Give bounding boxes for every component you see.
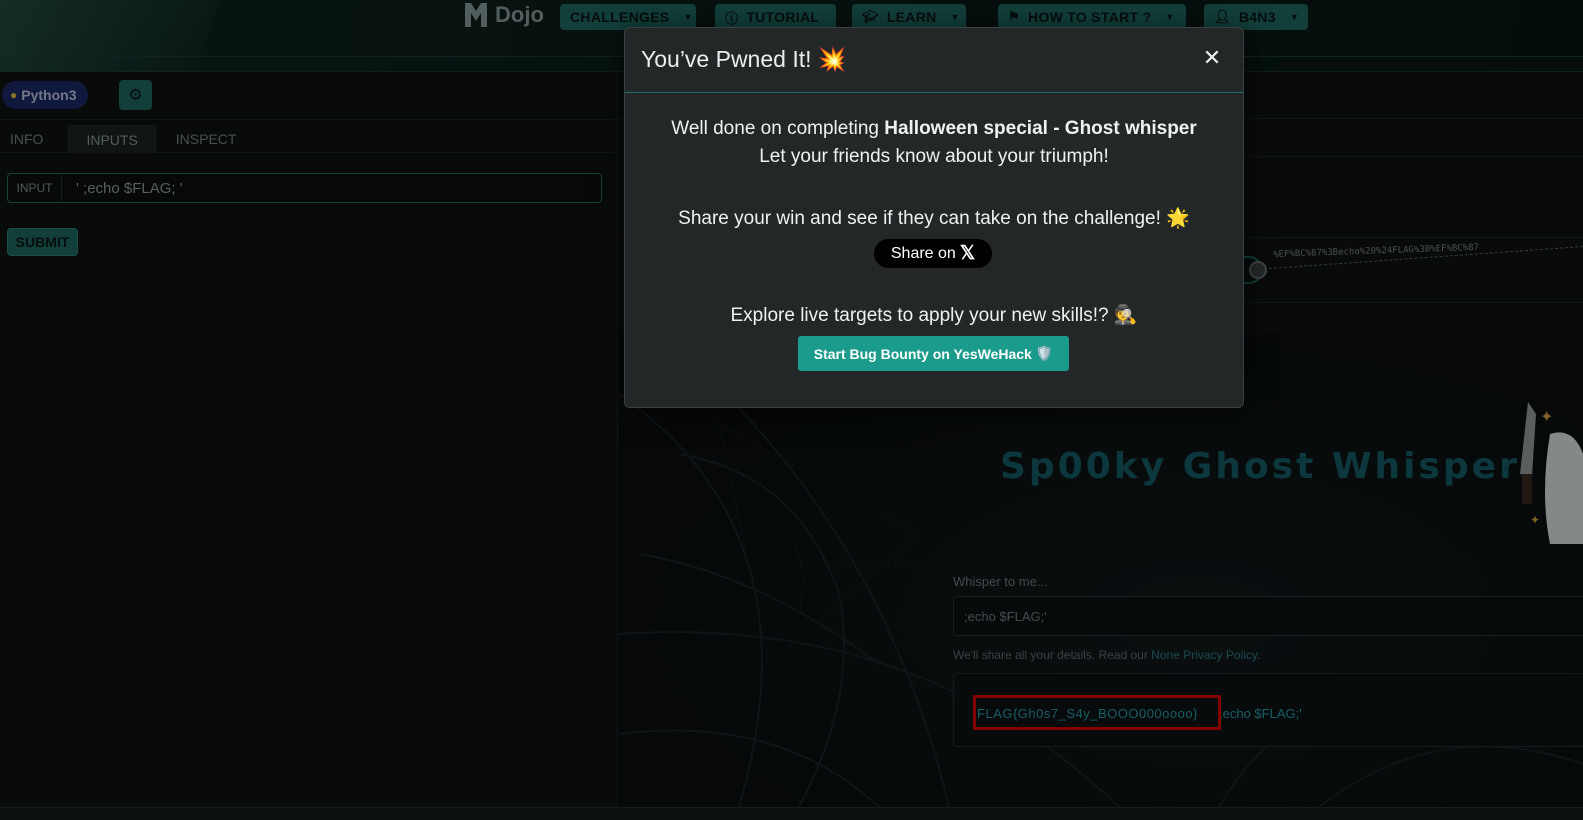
shield-icon: 🛡️ (1035, 345, 1054, 361)
completion-prefix: Well done on completing (671, 118, 885, 139)
completion-message: Well done on completing Halloween specia… (625, 118, 1243, 140)
share-on-x-button[interactable]: Share on 𝕏 (874, 239, 992, 268)
x-logo-icon: 𝕏 (959, 243, 976, 264)
modal-title: You’ve Pwned It! 💥 (641, 46, 847, 72)
success-modal: You’ve Pwned It! 💥 ✕ Well done on comple… (624, 27, 1244, 408)
challenge-name: Halloween special - Ghost whisper (884, 118, 1197, 139)
triumph-message: Let your friends know about your triumph… (759, 146, 1109, 167)
explore-message: Explore live targets to apply your new s… (730, 305, 1138, 326)
share-message: Share your win and see if they can take … (678, 208, 1190, 229)
bounty-label: Start Bug Bounty on YesWeHack (813, 345, 1032, 362)
close-icon[interactable]: ✕ (1201, 47, 1223, 69)
modal-header: You’ve Pwned It! 💥 ✕ (625, 28, 1243, 93)
share-label: Share on (890, 244, 956, 262)
start-bug-bounty-button[interactable]: Start Bug Bounty on YesWeHack 🛡️ (798, 336, 1069, 371)
